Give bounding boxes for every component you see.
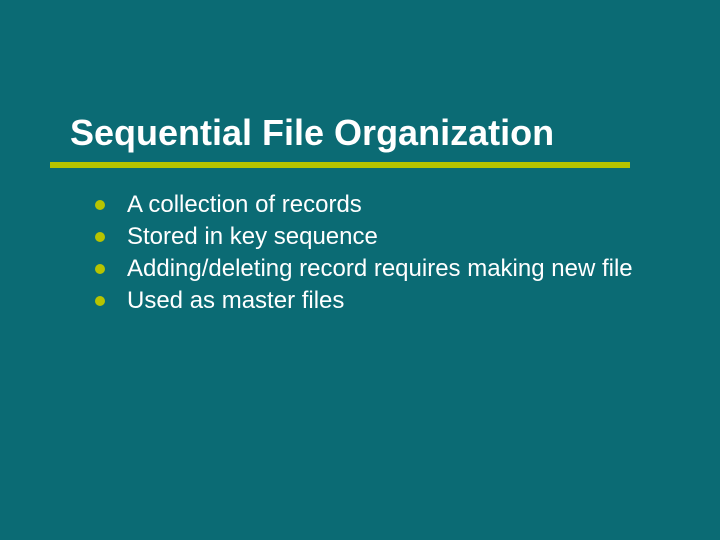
slide: Sequential File Organization A collectio…: [0, 0, 720, 540]
list-item: Stored in key sequence: [95, 222, 665, 252]
bullet-text: Stored in key sequence: [127, 222, 665, 252]
title-underline: [50, 162, 630, 168]
bullet-text: A collection of records: [127, 190, 665, 220]
bullet-text: Adding/deleting record requires making n…: [127, 254, 665, 284]
bullet-icon: [95, 232, 105, 242]
list-item: Used as master files: [95, 286, 665, 316]
bullet-text: Used as master files: [127, 286, 665, 316]
bullet-icon: [95, 200, 105, 210]
slide-body: A collection of records Stored in key se…: [95, 190, 665, 318]
bullet-icon: [95, 296, 105, 306]
slide-title: Sequential File Organization: [70, 112, 554, 154]
list-item: Adding/deleting record requires making n…: [95, 254, 665, 284]
bullet-icon: [95, 264, 105, 274]
list-item: A collection of records: [95, 190, 665, 220]
